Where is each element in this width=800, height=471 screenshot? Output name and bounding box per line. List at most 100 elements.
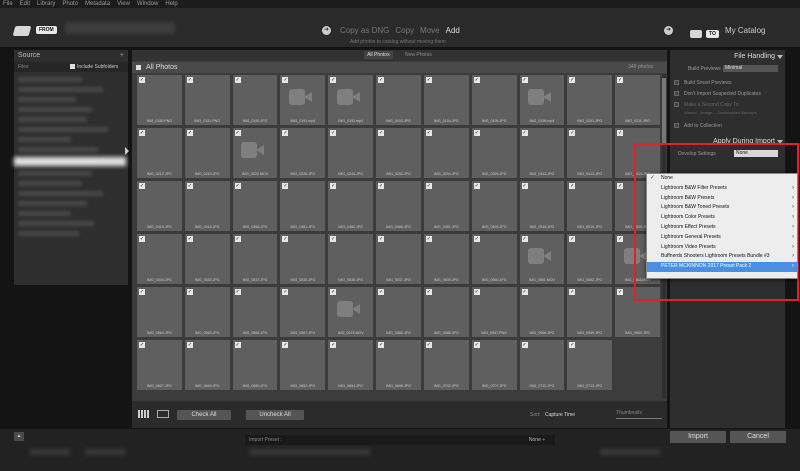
photo-checkbox[interactable]: ✓: [378, 183, 385, 189]
include-subfolders-checkbox[interactable]: [70, 64, 75, 69]
photo-thumbnail[interactable]: ✓ IMG_0539.JPG: [422, 233, 470, 285]
grid-view-icon[interactable]: [138, 410, 150, 418]
photo-checkbox[interactable]: ✓: [234, 77, 241, 83]
photo-thumbnail[interactable]: ✓ IMG_0412.JPG: [518, 127, 566, 179]
photo-checkbox[interactable]: ✓: [234, 183, 241, 189]
photo-thumbnail[interactable]: ✓ IMG_0707.JPG: [470, 339, 518, 391]
photo-checkbox[interactable]: ✓: [139, 236, 145, 242]
photo-thumbnail[interactable]: ✓ IMG_0481.JPG: [279, 180, 327, 232]
preset-menu-item[interactable]: PETER MCKINNON 2017 Preset Pack 2 ›: [647, 262, 797, 272]
photo-thumbnail[interactable]: ✓ IMG_0488.JPG: [375, 180, 422, 232]
photo-thumbnail[interactable]: ✓ IMG_0652.JPG: [279, 339, 327, 391]
photo-checkbox[interactable]: ✓: [234, 236, 241, 242]
photo-checkbox[interactable]: ✓: [330, 183, 337, 189]
photo-thumbnail[interactable]: ✓ IMG_0413.JPG: [566, 127, 614, 179]
build-previews-select[interactable]: Minimal: [723, 65, 778, 72]
photo-thumbnail[interactable]: ✓ IMG_0564.JPG: [136, 286, 183, 338]
photo-checkbox[interactable]: ✓: [425, 130, 432, 136]
tab-new-photos[interactable]: New Photos: [402, 51, 435, 59]
photo-checkbox[interactable]: ✓: [425, 77, 432, 83]
scrollbar-thumb[interactable]: [662, 78, 666, 144]
photo-thumbnail[interactable]: ✓ IMG_0212.JPG: [136, 127, 183, 179]
photo-thumbnail[interactable]: ✓ IMG_0530.JPG: [183, 233, 231, 285]
photo-checkbox[interactable]: ✓: [569, 183, 576, 189]
photo-thumbnail[interactable]: ✓ IMG_0561.MOV: [518, 233, 566, 285]
photo-checkbox[interactable]: ✓: [186, 77, 193, 83]
import-preset-value[interactable]: None ÷: [529, 435, 545, 445]
photo-checkbox[interactable]: ✓: [378, 289, 385, 295]
duplicates-checkbox[interactable]: [674, 91, 679, 96]
menu-item[interactable]: Library: [37, 1, 55, 7]
check-all-button[interactable]: Check All: [177, 410, 231, 420]
menu-item[interactable]: View: [117, 1, 130, 7]
photo-checkbox[interactable]: ✓: [282, 77, 289, 83]
menu-item[interactable]: Metadata: [85, 1, 110, 7]
photo-thumbnail[interactable]: ✓ IMG_0537.JPG: [375, 233, 422, 285]
loupe-view-icon[interactable]: [157, 410, 169, 418]
preset-menu-item[interactable]: Lightroom B&W Presets ›: [647, 194, 797, 204]
photo-thumbnail[interactable]: ✓ IMG_0574.MOV: [327, 286, 375, 338]
menu-item[interactable]: Window: [137, 1, 158, 7]
photo-checkbox[interactable]: ✓: [234, 342, 241, 348]
photo-checkbox[interactable]: ✓: [425, 289, 432, 295]
tab-all-photos[interactable]: All Photos: [364, 51, 393, 59]
photo-checkbox[interactable]: ✓: [425, 342, 432, 348]
photo-checkbox[interactable]: ✓: [378, 130, 385, 136]
photo-thumbnail[interactable]: ✓ IMG_0150.PNG: [136, 74, 183, 126]
photo-thumbnail[interactable]: ✓ IMG_0649.JPG: [183, 339, 231, 391]
photo-thumbnail[interactable]: ✓ IMG_0696.JPG: [375, 339, 422, 391]
photo-checkbox[interactable]: ✓: [521, 130, 528, 136]
photo-thumbnail[interactable]: ✓ IMG_0710.JPG: [518, 339, 566, 391]
photo-checkbox[interactable]: ✓: [378, 77, 385, 83]
photo-checkbox[interactable]: ✓: [617, 183, 624, 189]
source-panel-header[interactable]: Source +: [14, 50, 128, 62]
photo-checkbox[interactable]: ✓: [617, 289, 624, 295]
photo-thumbnail[interactable]: ✓ IMG_0598.JPG: [518, 286, 566, 338]
folder-tree-blurred[interactable]: [14, 77, 126, 277]
photo-thumbnail[interactable]: ✓ IMG_0192.mp4: [327, 74, 375, 126]
photo-checkbox[interactable]: ✓: [139, 342, 145, 348]
photo-thumbnail[interactable]: ✓ IMG_0588.JPG: [422, 286, 470, 338]
menu-item[interactable]: File: [3, 1, 13, 7]
select-all-checkbox[interactable]: [136, 65, 141, 70]
mode-option[interactable]: Move: [420, 26, 440, 35]
photo-checkbox[interactable]: ✓: [186, 130, 193, 136]
photo-checkbox[interactable]: ✓: [186, 183, 193, 189]
photo-thumbnail[interactable]: ✓ IMG_0201.JPG: [566, 74, 614, 126]
photo-thumbnail[interactable]: ✓ IMG_0562.JPG: [566, 233, 614, 285]
import-button[interactable]: Import: [670, 431, 726, 443]
photo-thumbnail[interactable]: ✓ IMG_0244.JPG: [327, 127, 375, 179]
photo-thumbnail[interactable]: ✓ IMG_0544.JPG: [136, 233, 183, 285]
photo-thumbnail[interactable]: ✓ IMG_0650.JPG: [231, 339, 279, 391]
photo-checkbox[interactable]: ✓: [617, 236, 624, 242]
photo-thumbnail[interactable]: ✓ IMG_0193.JPG: [375, 74, 422, 126]
source-device[interactable]: FROM: [12, 22, 60, 42]
photo-thumbnail[interactable]: ✓ IMG_0191.mp4: [279, 74, 327, 126]
uncheck-all-button[interactable]: Uncheck All: [246, 410, 304, 420]
photo-checkbox[interactable]: ✓: [139, 289, 145, 295]
photo-checkbox[interactable]: ✓: [521, 289, 528, 295]
photo-thumbnail[interactable]: ✓ IMG_0211.JPG: [614, 74, 661, 126]
photo-thumbnail[interactable]: ✓ IMG_0537.JPG: [231, 233, 279, 285]
photo-checkbox[interactable]: ✓: [521, 77, 528, 83]
photo-checkbox[interactable]: ✓: [282, 183, 289, 189]
photo-thumbnail[interactable]: ✓ IMG_0586.JPG: [375, 286, 422, 338]
photo-checkbox[interactable]: ✓: [139, 77, 145, 83]
photo-checkbox[interactable]: ✓: [186, 342, 193, 348]
photo-checkbox[interactable]: ✓: [425, 236, 432, 242]
menu-item[interactable]: Photo: [62, 1, 78, 7]
photo-thumbnail[interactable]: ✓ IMG_0194.JPG: [422, 74, 470, 126]
photo-thumbnail[interactable]: ✓ IMG_0713.JPG: [566, 339, 614, 391]
menu-item[interactable]: Help: [165, 1, 177, 7]
photo-thumbnail[interactable]: ✓ IMG_0190.JPG: [231, 74, 279, 126]
photo-checkbox[interactable]: ✓: [473, 236, 480, 242]
photo-checkbox[interactable]: ✓: [139, 183, 145, 189]
thumbnail-size-slider[interactable]: [616, 418, 662, 419]
import-preset-bar[interactable]: Import Preset : None ÷: [245, 435, 555, 445]
photo-thumbnail[interactable]: ✓ IMG_0516.JPG: [518, 180, 566, 232]
collapse-toggle[interactable]: ▲: [14, 432, 24, 441]
sort-select[interactable]: Capture Time: [545, 412, 575, 418]
photo-checkbox[interactable]: ✓: [282, 289, 289, 295]
photo-thumbnail[interactable]: ✓ IMG_0536.JPG: [327, 233, 375, 285]
photo-thumbnail[interactable]: ✓ IMG_0151.PNG: [183, 74, 231, 126]
